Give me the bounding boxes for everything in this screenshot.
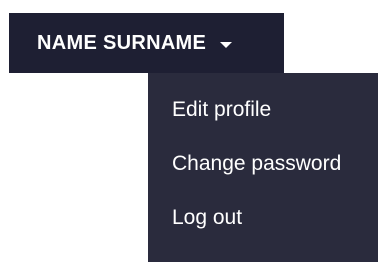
- user-name: NAME SURNAME: [37, 31, 207, 54]
- user-dropdown-menu: Edit profile Change password Log out: [148, 73, 378, 262]
- edit-profile-menu-item[interactable]: Edit profile: [148, 83, 378, 137]
- user-menu-button[interactable]: NAME SURNAME: [9, 13, 284, 73]
- change-password-menu-item[interactable]: Change password: [148, 137, 378, 191]
- log-out-menu-item[interactable]: Log out: [148, 191, 378, 245]
- chevron-down-icon: [220, 42, 233, 48]
- page: NAME SURNAME Edit profile Change passwor…: [0, 0, 378, 262]
